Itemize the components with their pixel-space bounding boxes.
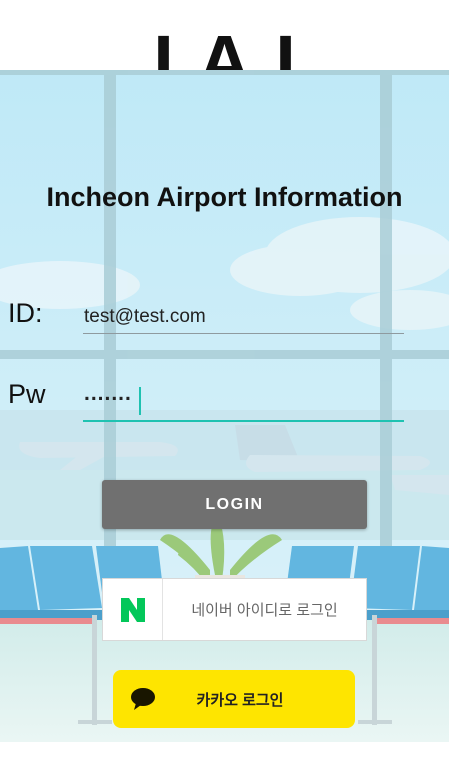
naver-login-button[interactable]: 네이버 아이디로 로그인 [102,578,367,641]
pw-label: Pw [8,379,46,409]
naver-n-icon [103,579,163,640]
password-input[interactable]: ....... [84,382,132,406]
naver-login-label: 네이버 아이디로 로그인 [191,602,338,619]
id-label: ID: [8,298,43,328]
kakao-login-label: 카카오 로그인 [196,691,284,709]
airport-background [0,70,449,742]
kakao-chat-bubble-icon [113,687,173,711]
password-input-underline [83,420,404,422]
text-cursor [139,387,141,415]
page-title: Incheon Airport Information [46,182,403,212]
id-input[interactable]: test@test.com [84,306,206,328]
id-input-underline [83,333,404,334]
kakao-login-button[interactable]: 카카오 로그인 [113,670,355,728]
login-button[interactable]: LOGIN [102,480,367,529]
